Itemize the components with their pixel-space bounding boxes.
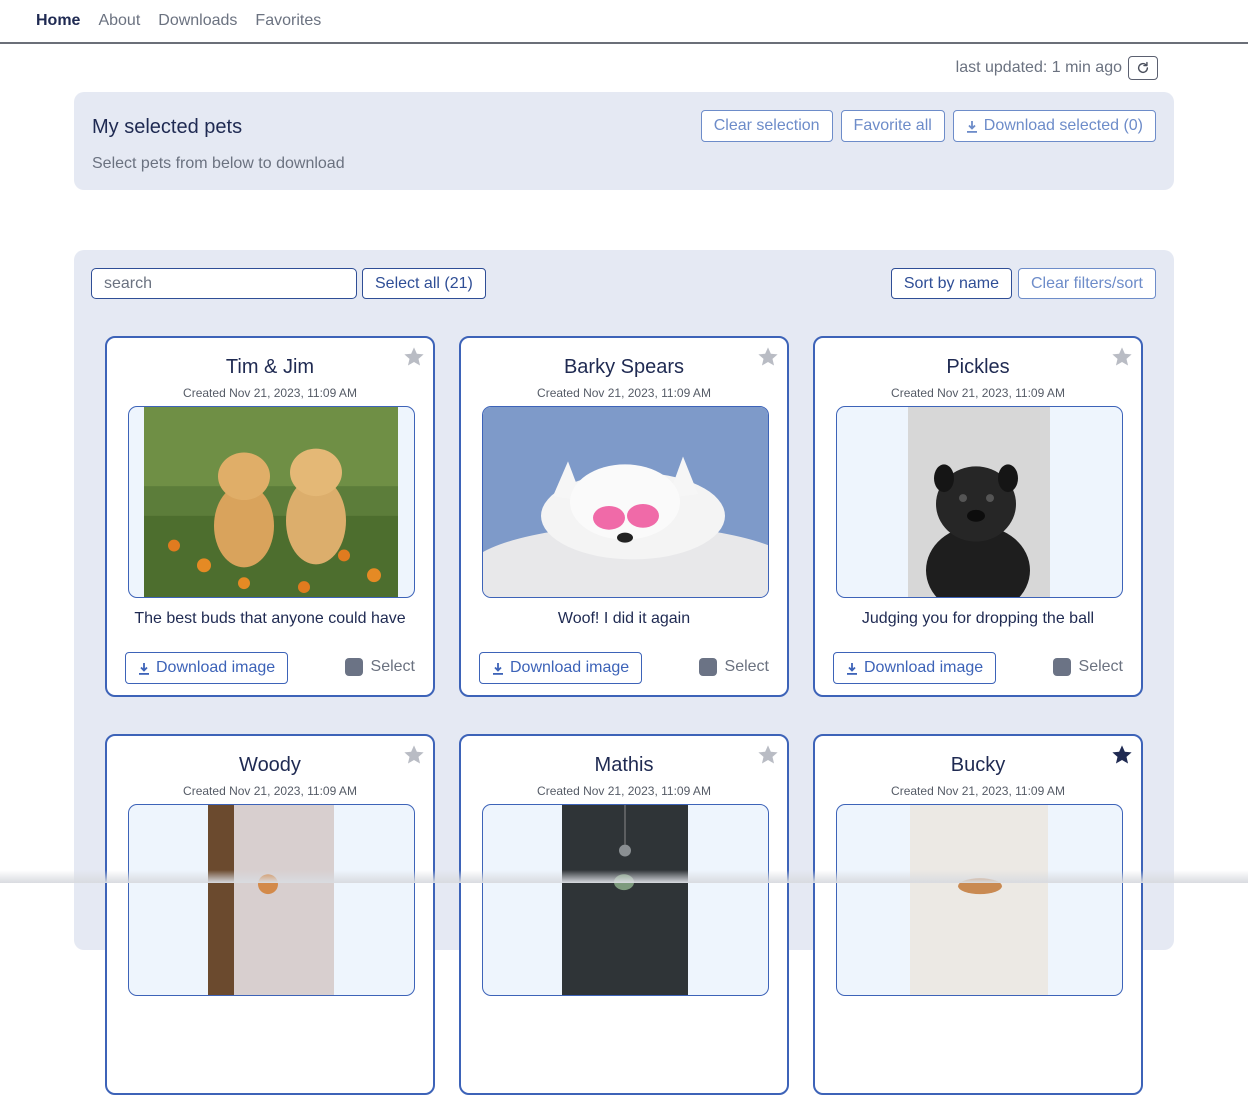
- pet-card: Tim & Jim Created Nov 21, 2023, 11:09 AM…: [105, 336, 435, 697]
- pet-created: Created Nov 21, 2023, 11:09 AM: [183, 386, 357, 400]
- bottom-shade: [0, 870, 1248, 883]
- pet-image-frame: [836, 406, 1123, 598]
- pet-name: Barky Spears: [563, 356, 685, 378]
- pet-created: Created Nov 21, 2023, 11:09 AM: [537, 386, 711, 400]
- checkbox[interactable]: [1052, 658, 1071, 676]
- pet-name: Woody: [239, 754, 301, 776]
- select-label: Select: [1078, 658, 1123, 675]
- pet-name: Mathis: [594, 754, 654, 776]
- pet-caption: Woof! I did it again: [557, 610, 691, 627]
- star-icon[interactable]: [403, 346, 425, 368]
- download-image-button[interactable]: Download image: [833, 652, 997, 684]
- select-checkbox[interactable]: Select: [1052, 658, 1123, 676]
- pet-card: Pickles Created Nov 21, 2023, 11:09 AM J…: [813, 336, 1143, 697]
- pet-photo: [562, 805, 688, 995]
- pet-photo: [144, 407, 398, 597]
- star-icon[interactable]: [1111, 346, 1133, 368]
- pet-card: Mathis Created Nov 21, 2023, 11:09 AM: [459, 734, 789, 1095]
- pet-card: Bucky Created Nov 21, 2023, 11:09 AM: [813, 734, 1143, 1095]
- select-label: Select: [370, 658, 415, 675]
- search-input[interactable]: [91, 268, 357, 299]
- selection-actions: Clear selection Favorite all Download se…: [700, 110, 1156, 142]
- selected-pets-panel: My selected pets Select pets from below …: [74, 92, 1174, 190]
- select-checkbox[interactable]: Select: [344, 658, 415, 676]
- download-image-label: Download image: [156, 659, 276, 676]
- refresh-icon: [1137, 61, 1149, 74]
- pet-photo: [910, 805, 1048, 995]
- download-icon: [847, 662, 857, 675]
- sort-tools: Sort by name Clear filters/sort: [890, 268, 1156, 299]
- download-selected-label: Download selected (0): [983, 117, 1143, 134]
- sort-by-name-button[interactable]: Sort by name: [890, 268, 1012, 299]
- nav-about[interactable]: About: [98, 12, 140, 30]
- pet-caption: Judging you for dropping the ball: [861, 610, 1095, 627]
- pet-image-frame: [482, 804, 769, 996]
- pet-created: Created Nov 21, 2023, 11:09 AM: [891, 784, 1065, 798]
- download-image-label: Download image: [864, 659, 984, 676]
- star-icon[interactable]: [757, 744, 779, 766]
- pet-photo: [483, 407, 768, 597]
- select-checkbox[interactable]: Select: [698, 658, 769, 676]
- pet-image-frame: [482, 406, 769, 598]
- star-icon[interactable]: [1111, 744, 1133, 766]
- checkbox[interactable]: [698, 658, 717, 676]
- pet-name: Bucky: [950, 754, 1006, 776]
- checkbox[interactable]: [344, 658, 363, 676]
- download-icon: [966, 120, 977, 133]
- pet-image-frame: [128, 406, 415, 598]
- pet-caption: The best buds that anyone could have: [134, 610, 406, 627]
- pet-name: Tim & Jim: [225, 356, 315, 378]
- refresh-button[interactable]: [1128, 56, 1158, 80]
- selected-subtitle: Select pets from below to download: [92, 155, 345, 172]
- star-icon[interactable]: [403, 744, 425, 766]
- download-icon: [493, 662, 503, 675]
- pet-created: Created Nov 21, 2023, 11:09 AM: [183, 784, 357, 798]
- nav-favorites[interactable]: Favorites: [255, 12, 321, 30]
- star-icon[interactable]: [757, 346, 779, 368]
- download-selected-button[interactable]: Download selected (0): [952, 110, 1156, 142]
- top-nav: Home About Downloads Favorites: [0, 0, 1248, 44]
- pet-photo: [908, 407, 1050, 597]
- nav-downloads[interactable]: Downloads: [158, 12, 237, 30]
- last-updated-text: last updated: 1 min ago: [955, 59, 1122, 76]
- select-all-button[interactable]: Select all (21): [362, 268, 486, 299]
- favorite-all-button[interactable]: Favorite all: [840, 110, 945, 142]
- pet-photo: [208, 805, 334, 995]
- download-image-button[interactable]: Download image: [479, 652, 643, 684]
- download-icon: [139, 662, 149, 675]
- pet-card: Woody Created Nov 21, 2023, 11:09 AM: [105, 734, 435, 1095]
- pet-image-frame: [128, 804, 415, 996]
- select-label: Select: [724, 658, 769, 675]
- nav-home[interactable]: Home: [36, 12, 80, 30]
- selected-title: My selected pets: [92, 116, 243, 138]
- clear-selection-button[interactable]: Clear selection: [700, 110, 833, 142]
- pet-created: Created Nov 21, 2023, 11:09 AM: [537, 784, 711, 798]
- pet-created: Created Nov 21, 2023, 11:09 AM: [891, 386, 1065, 400]
- download-image-label: Download image: [510, 659, 630, 676]
- clear-filters-button[interactable]: Clear filters/sort: [1017, 268, 1156, 299]
- pet-card: Barky Spears Created Nov 21, 2023, 11:09…: [459, 336, 789, 697]
- pet-name: Pickles: [946, 356, 1010, 378]
- download-image-button[interactable]: Download image: [125, 652, 289, 684]
- last-updated: last updated: 1 min ago: [956, 56, 1158, 80]
- pet-image-frame: [836, 804, 1123, 996]
